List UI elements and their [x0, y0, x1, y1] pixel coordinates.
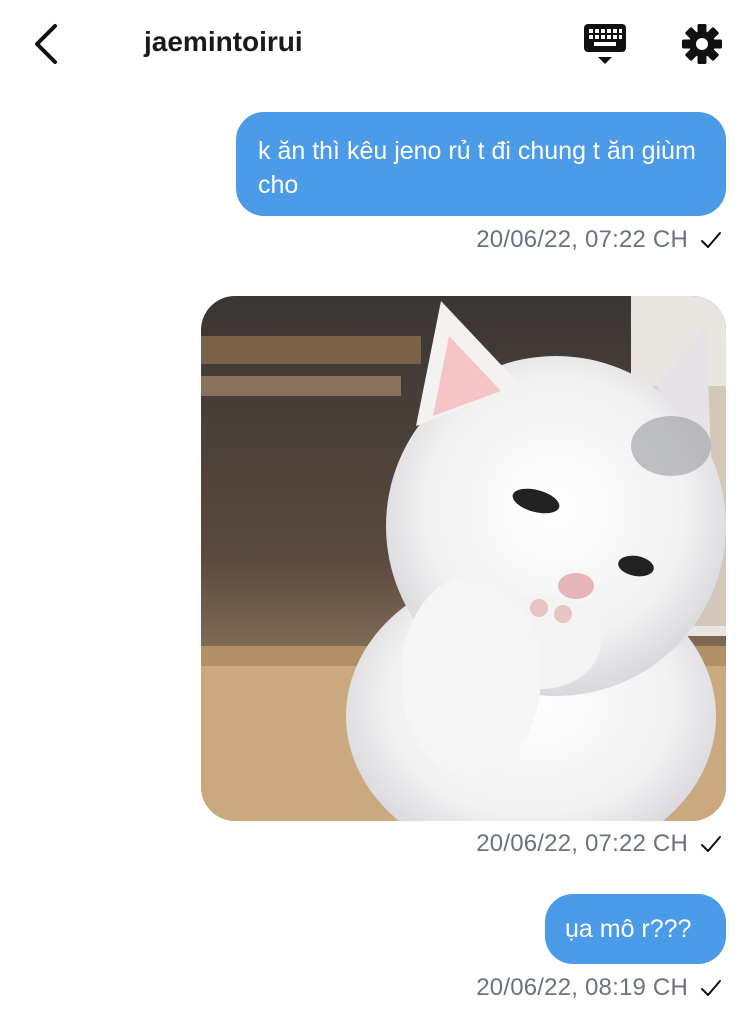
message-bubble[interactable]: k ăn thì kêu jeno rủ t đi chung t ăn giù…	[236, 112, 726, 216]
kitten-photo[interactable]	[201, 296, 726, 821]
timestamp-text: 20/06/22, 08:19 CH	[476, 974, 688, 1001]
message-timestamp: 20/06/22, 08:19 CH	[476, 974, 722, 1002]
keyboard-button[interactable]	[582, 22, 630, 70]
message-bubble[interactable]: ụa mô r???	[545, 894, 726, 964]
timestamp-text: 20/06/22, 07:22 CH	[476, 226, 688, 253]
checkmark-icon	[701, 836, 721, 852]
message-timestamp: 20/06/22, 07:22 CH	[476, 830, 722, 858]
timestamp-text: 20/06/22, 07:22 CH	[476, 830, 688, 857]
message-text: ụa mô r???	[565, 915, 692, 943]
kitten-image	[201, 296, 726, 821]
gear-icon	[682, 24, 722, 64]
chevron-left-icon	[35, 24, 57, 64]
message-timestamp: 20/06/22, 07:22 CH	[476, 226, 722, 254]
back-button[interactable]	[24, 22, 68, 66]
settings-button[interactable]	[680, 22, 724, 66]
chat-title: jaemintoirui	[144, 26, 303, 57]
checkmark-icon	[701, 232, 721, 248]
message-text: k ăn thì kêu jeno rủ t đi chung t ăn giù…	[258, 137, 696, 199]
chat-header: jaemintoirui	[0, 0, 750, 88]
keyboard-icon	[584, 24, 626, 64]
checkmark-icon	[701, 980, 721, 996]
